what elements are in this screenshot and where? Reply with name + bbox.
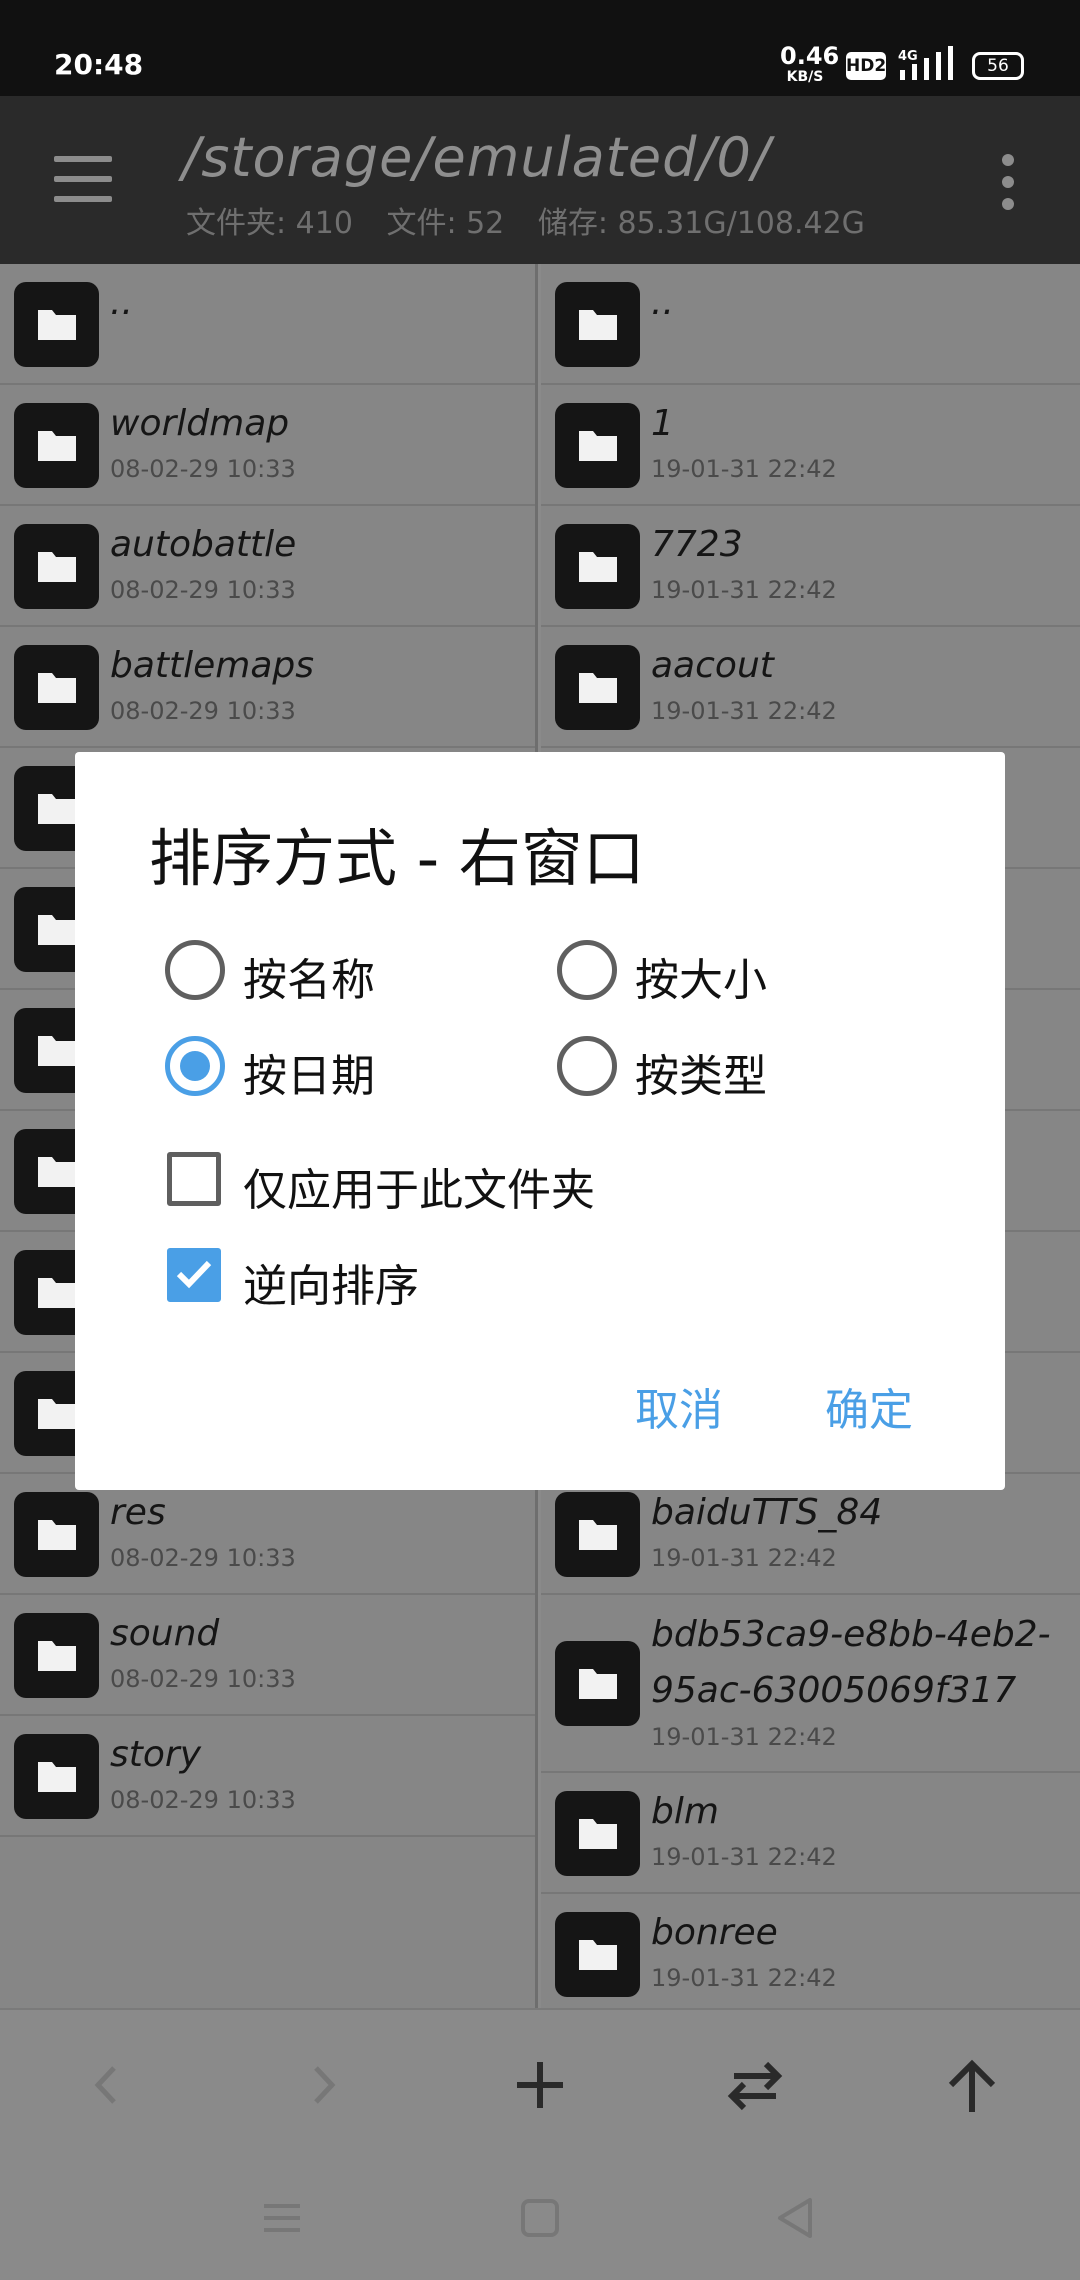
sort-by-size-option[interactable]: 按大小	[557, 940, 857, 1006]
sort-by-size-radio[interactable]	[557, 940, 617, 1000]
sort-by-type-option[interactable]: 按类型	[557, 1036, 857, 1102]
sort-by-name-label: 按名称	[243, 955, 375, 1006]
sort-by-type-label: 按类型	[635, 1051, 767, 1102]
sort-by-name-radio[interactable]	[165, 940, 225, 1000]
sort-dialog: 排序方式 - 右窗口 按名称 按大小 按日期 按类型 仅应用于此文件夹 逆向排序…	[75, 752, 1005, 1490]
recent-apps-icon[interactable]	[252, 2188, 312, 2248]
reverse-sort-checkbox[interactable]	[167, 1248, 221, 1302]
sort-by-type-radio[interactable]	[557, 1036, 617, 1096]
sort-by-date-option[interactable]: 按日期	[165, 1036, 465, 1102]
apply-folder-only-label: 仅应用于此文件夹	[243, 1165, 595, 1216]
reverse-sort-label: 逆向排序	[243, 1261, 419, 1312]
ok-button[interactable]: 确定	[825, 1374, 913, 1438]
sort-by-size-label: 按大小	[635, 955, 767, 1006]
sort-by-name-option[interactable]: 按名称	[165, 940, 465, 1006]
reverse-sort-option[interactable]: 逆向排序	[165, 1246, 665, 1312]
cancel-button[interactable]: 取消	[635, 1374, 723, 1438]
home-icon[interactable]	[510, 2188, 570, 2248]
apply-folder-only-option[interactable]: 仅应用于此文件夹	[165, 1150, 665, 1216]
apply-folder-only-checkbox[interactable]	[167, 1152, 221, 1206]
system-nav-bar	[0, 2148, 1080, 2280]
sort-by-date-radio[interactable]	[165, 1036, 225, 1096]
system-back-icon[interactable]	[766, 2188, 826, 2248]
dialog-title: 排序方式 - 右窗口	[149, 822, 645, 895]
sort-by-date-label: 按日期	[243, 1051, 375, 1102]
